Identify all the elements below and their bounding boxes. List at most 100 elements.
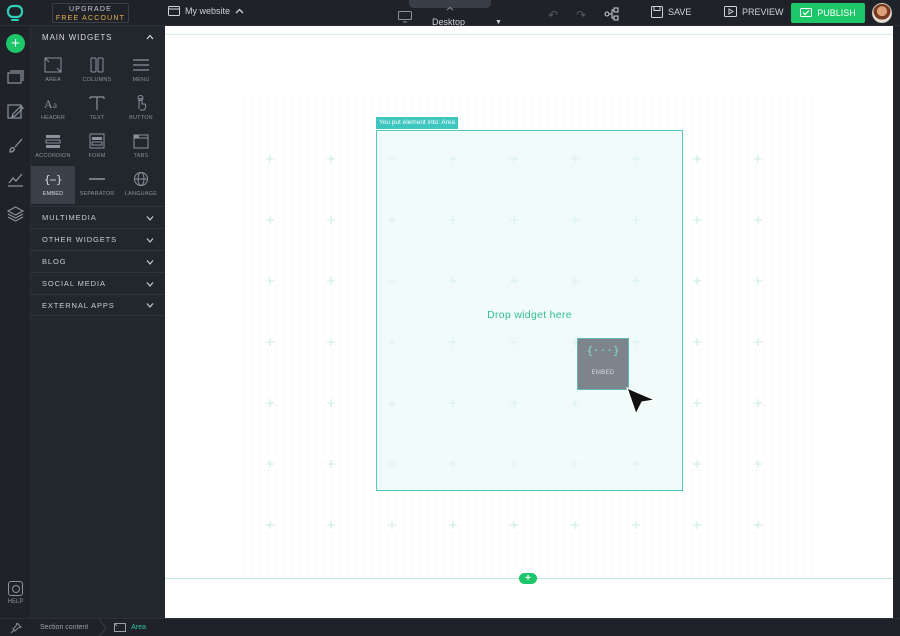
header-icon: Aa	[44, 97, 57, 111]
help-button[interactable]: HELP	[0, 581, 31, 605]
section-other-widgets[interactable]: OTHER WIDGETS	[31, 228, 165, 250]
site-selector[interactable]: My website	[168, 6, 244, 16]
widget-label: SEPARATOR	[79, 191, 115, 197]
save-label: SAVE	[668, 7, 692, 17]
free-account-label: FREE ACCOUNT	[55, 15, 126, 22]
widget-menu[interactable]: MENU	[119, 52, 163, 90]
widget-label: BUTTON	[129, 115, 153, 121]
accordion-icon	[45, 135, 61, 148]
chevron-down-icon	[146, 259, 154, 265]
guide-plus-mark	[327, 460, 335, 468]
widget-grid: AREA COLUMNS MENU Aa HEADER TEXT BUTTON	[31, 52, 165, 204]
avatar[interactable]	[872, 3, 892, 23]
guide-plus-mark	[632, 521, 640, 529]
section-multimedia[interactable]: MULTIMEDIA	[31, 206, 165, 228]
guide-plus-mark	[754, 460, 762, 468]
drop-area[interactable]: Drop widget here	[376, 130, 683, 491]
crumb-section-content[interactable]: Section content	[31, 624, 88, 631]
chevron-down-icon	[146, 281, 154, 287]
crumb-area[interactable]: Area	[114, 623, 146, 632]
menu-icon	[133, 59, 149, 71]
widget-embed[interactable]: {} EMBED	[31, 166, 75, 204]
logo-icon[interactable]	[6, 4, 24, 22]
add-section-button[interactable]: +	[519, 573, 537, 584]
redo-icon[interactable]: ↷	[576, 8, 586, 22]
section-label: SOCIAL MEDIA	[42, 279, 106, 288]
widget-text[interactable]: TEXT	[75, 90, 119, 128]
widget-form[interactable]: FORM	[75, 128, 119, 166]
section-social-media[interactable]: SOCIAL MEDIA	[31, 272, 165, 294]
guide-plus-mark	[266, 460, 274, 468]
widget-columns[interactable]: COLUMNS	[75, 52, 119, 90]
chevron-up-icon	[146, 34, 154, 40]
guide-plus-mark	[754, 399, 762, 407]
widget-separator[interactable]: SEPARATOR	[75, 166, 119, 204]
chevron-down-icon	[146, 303, 154, 308]
section-external-apps[interactable]: EXTERNAL APPS	[31, 294, 165, 316]
undo-icon[interactable]: ↶	[548, 8, 558, 22]
publish-button[interactable]: PUBLISH	[791, 3, 865, 23]
edit-icon[interactable]	[7, 103, 24, 120]
preview-button[interactable]: PREVIEW	[724, 6, 784, 17]
guide-plus-mark	[266, 216, 274, 224]
device-selector[interactable]: Desktop ▼	[398, 7, 502, 27]
guide-plus-mark	[327, 399, 335, 407]
widget-area[interactable]: AREA	[31, 52, 75, 90]
pin-icon[interactable]	[0, 622, 31, 634]
guide-plus-mark	[327, 277, 335, 285]
embed-icon: {}	[44, 173, 63, 186]
widget-accordion[interactable]: ACCORDION	[31, 128, 75, 166]
guide-plus-mark	[266, 521, 274, 529]
guide-plus-mark	[693, 155, 701, 163]
svg-text:a: a	[53, 100, 57, 110]
area-icon	[114, 623, 127, 632]
widget-button[interactable]: BUTTON	[119, 90, 163, 128]
layers-icon[interactable]	[7, 205, 24, 222]
widget-header[interactable]: Aa HEADER	[31, 90, 75, 128]
chevron-up-icon	[235, 8, 244, 14]
section-label: EXTERNAL APPS	[42, 300, 115, 310]
widget-language[interactable]: LANGUAGE	[119, 166, 163, 204]
guide-plus-mark	[571, 521, 579, 529]
widget-label: TEXT	[89, 115, 105, 121]
guide-plus-mark	[266, 338, 274, 346]
editor-canvas[interactable]: You put element into: Area Drop widget h…	[165, 26, 893, 618]
breadcrumb: Section content Area	[0, 618, 900, 636]
brush-icon[interactable]	[7, 137, 24, 154]
main-widgets-header[interactable]: MAIN WIDGETS	[31, 26, 165, 48]
publish-label: PUBLISH	[817, 8, 856, 18]
section-top-border	[165, 34, 893, 35]
guide-plus-mark	[754, 155, 762, 163]
stats-icon[interactable]	[7, 171, 24, 188]
pages-icon[interactable]	[7, 69, 24, 86]
top-bar: UPGRADE FREE ACCOUNT My website Desktop …	[0, 0, 900, 27]
help-label: HELP	[7, 599, 24, 605]
guide-plus-mark	[388, 521, 396, 529]
play-icon	[724, 6, 737, 17]
add-widget-button[interactable]: +	[6, 34, 25, 53]
button-icon	[137, 95, 147, 111]
guide-plus-mark	[266, 399, 274, 407]
columns-icon	[90, 57, 104, 73]
guide-plus-mark	[693, 338, 701, 346]
widget-label: EMBED	[42, 191, 64, 197]
guide-plus-mark	[693, 216, 701, 224]
dragged-embed-widget[interactable]: {···} EMBED	[577, 338, 629, 390]
save-button[interactable]: SAVE	[651, 6, 691, 18]
area-tag: You put element into: Area	[376, 117, 459, 129]
widget-label: TABS	[133, 153, 149, 159]
preview-label: PREVIEW	[742, 6, 784, 17]
form-icon	[89, 133, 105, 149]
sitemap-icon[interactable]	[604, 7, 620, 21]
widget-tabs[interactable]: TABS	[119, 128, 163, 166]
guide-plus-mark	[266, 277, 274, 285]
language-icon	[134, 172, 148, 186]
text-icon	[89, 96, 105, 110]
guide-plus-mark	[754, 277, 762, 285]
upgrade-button[interactable]: UPGRADE FREE ACCOUNT	[52, 3, 129, 23]
svg-text:{: {	[44, 173, 51, 186]
guide-plus-mark	[693, 521, 701, 529]
section-blog[interactable]: BLOG	[31, 250, 165, 272]
crumb-area-label: Area	[131, 624, 147, 631]
guide-plus-mark	[693, 399, 701, 407]
